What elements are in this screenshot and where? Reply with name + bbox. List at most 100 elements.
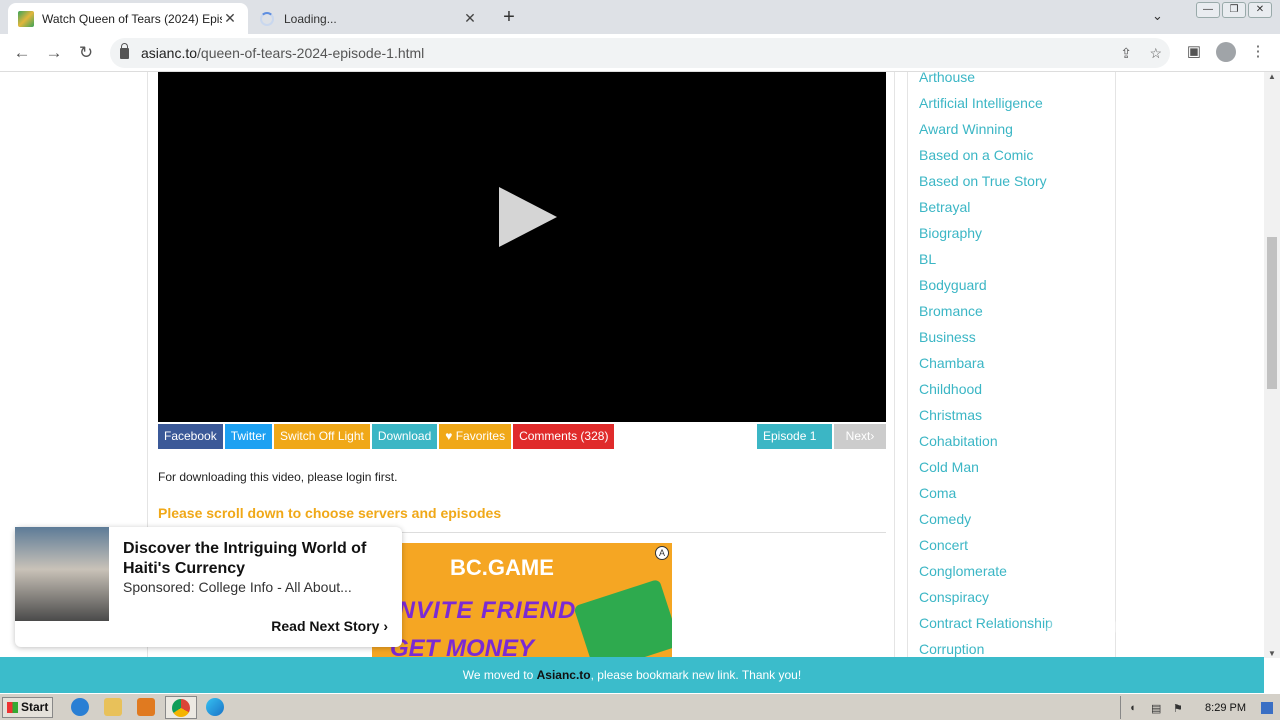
- share-icon[interactable]: ⇪: [1120, 45, 1132, 62]
- genre-link[interactable]: Biography: [919, 225, 982, 241]
- genre-link[interactable]: Corruption: [919, 641, 984, 657]
- genre-link[interactable]: Conspiracy: [919, 589, 989, 605]
- moved-notice-bar: We moved to Asianc.to, please bookmark n…: [0, 657, 1264, 693]
- tab-close-icon[interactable]: ✕: [462, 10, 478, 27]
- restore-button[interactable]: ❐: [1222, 2, 1246, 18]
- tab-search-chevron-icon[interactable]: ⌄: [1152, 8, 1163, 24]
- episode-badge[interactable]: Episode 1: [757, 424, 832, 449]
- forward-arrow-icon[interactable]: →: [42, 42, 66, 64]
- video-player[interactable]: [158, 72, 886, 422]
- internet-explorer-icon[interactable]: [71, 698, 89, 716]
- banner-ad[interactable]: BC.GAME INVITE FRIEND GET MONEY A: [372, 543, 672, 658]
- scrollbar-thumb[interactable]: [1267, 237, 1277, 389]
- genre-link[interactable]: Bodyguard: [919, 277, 987, 293]
- new-tab-button[interactable]: +: [498, 6, 520, 28]
- tab-title: Loading...: [284, 11, 337, 26]
- network-icon[interactable]: ▤: [1151, 702, 1163, 715]
- tab-close-icon[interactable]: ✕: [222, 10, 238, 27]
- start-button[interactable]: Start: [2, 697, 53, 718]
- url-domain: asianc.to: [141, 45, 198, 61]
- minimize-button[interactable]: —: [1196, 2, 1220, 18]
- story-thumbnail[interactable]: [15, 527, 109, 621]
- next-episode-button[interactable]: Next›: [834, 424, 886, 449]
- genre-link[interactable]: Childhood: [919, 381, 982, 397]
- read-next-label: Read Next Story: [271, 618, 380, 634]
- chrome-icon: [172, 699, 190, 717]
- facebook-share-button[interactable]: Facebook: [158, 424, 223, 449]
- twitter-share-button[interactable]: Twitter: [224, 424, 273, 449]
- genre-link[interactable]: Cold Man: [919, 459, 979, 475]
- edge-icon[interactable]: [206, 698, 224, 716]
- download-button[interactable]: Download: [371, 424, 438, 449]
- genre-link[interactable]: Concert: [919, 537, 968, 553]
- genre-link[interactable]: Artificial Intelligence: [919, 95, 1043, 111]
- genre-link[interactable]: Chambara: [919, 355, 984, 371]
- site-favicon-icon: [18, 10, 34, 27]
- ad-line-1: INVITE FRIEND: [390, 597, 577, 624]
- tab-loading[interactable]: Loading... ✕: [250, 3, 488, 34]
- story-headline[interactable]: Discover the Intriguing World of Haiti's…: [123, 539, 388, 579]
- genre-link[interactable]: Based on True Story: [919, 173, 1047, 189]
- genre-link[interactable]: Comedy: [919, 511, 971, 527]
- genre-link[interactable]: Conglomerate: [919, 563, 1007, 579]
- side-panel-icon[interactable]: ▣: [1183, 42, 1205, 60]
- system-tray: ◖ ▤ ⚑ 8:29 PM: [1120, 696, 1280, 719]
- genre-link[interactable]: Coma: [919, 485, 956, 501]
- notice-suffix: , please bookmark new link. Thank you!: [590, 668, 802, 682]
- back-arrow-icon[interactable]: ←: [10, 42, 34, 64]
- volume-icon[interactable]: ◖: [1129, 702, 1141, 714]
- browser-menu-icon[interactable]: ⋮: [1247, 42, 1269, 60]
- genre-link[interactable]: BL: [919, 251, 936, 267]
- scroll-down-arrow-icon[interactable]: ▼: [1264, 649, 1280, 658]
- genre-link[interactable]: Bromance: [919, 303, 983, 319]
- favorites-button[interactable]: ♥ Favorites: [439, 424, 512, 449]
- scroll-hint: Please scroll down to choose servers and…: [158, 505, 502, 521]
- genre-link[interactable]: Cohabitation: [919, 433, 998, 449]
- genre-sidebar: Arthouse Artificial Intelligence Award Win…: [907, 72, 1116, 658]
- loading-spinner-icon: [260, 11, 274, 26]
- new-site-link[interactable]: Asianc.to: [537, 668, 591, 682]
- show-desktop-icon[interactable]: [1261, 702, 1273, 714]
- reload-icon[interactable]: ↻: [74, 42, 98, 64]
- lock-icon[interactable]: [120, 42, 129, 59]
- file-explorer-icon[interactable]: [104, 698, 122, 716]
- flag-icon[interactable]: ⚑: [1173, 702, 1185, 715]
- genre-link[interactable]: Christmas: [919, 407, 982, 423]
- genre-link[interactable]: Award Winning: [919, 121, 1013, 137]
- heart-icon: ♥: [445, 429, 456, 443]
- notice-prefix: We moved to: [462, 668, 537, 682]
- url-path: /queen-of-tears-2024-episode-1.html: [197, 45, 425, 61]
- genre-link[interactable]: Betrayal: [919, 199, 970, 215]
- media-player-icon[interactable]: [137, 698, 155, 716]
- chrome-taskbar-button[interactable]: [165, 696, 197, 719]
- browser-tab-strip: Watch Queen of Tears (2024) Episod ✕ Loa…: [0, 0, 1280, 34]
- windows-taskbar: Start ◖ ▤ ⚑ 8:29 PM: [0, 693, 1280, 720]
- window-controls: — ❐ ✕: [1196, 2, 1272, 18]
- read-next-story-link[interactable]: Read Next Story ›: [271, 618, 388, 634]
- genre-link[interactable]: Arthouse: [919, 72, 975, 85]
- play-icon[interactable]: [499, 187, 557, 247]
- sponsored-label: Sponsored: College Info - All About...: [123, 579, 352, 595]
- genre-link[interactable]: Contract Relationship: [919, 615, 1053, 631]
- ad-line-2: GET MONEY: [390, 635, 535, 658]
- bookmark-star-icon[interactable]: ☆: [1149, 45, 1162, 62]
- scroll-up-arrow-icon[interactable]: ▲: [1264, 72, 1280, 81]
- switch-off-light-button[interactable]: Switch Off Light: [274, 424, 370, 449]
- address-bar[interactable]: asianc.to/queen-of-tears-2024-episode-1.…: [110, 38, 1170, 68]
- sponsored-story-popup[interactable]: Discover the Intriguing World of Haiti's…: [15, 527, 402, 647]
- favorites-label: Favorites: [455, 429, 506, 443]
- address-toolbar: ← → ↻ asianc.to/queen-of-tears-2024-epis…: [0, 34, 1280, 72]
- next-label: Next: [845, 429, 871, 443]
- tab-queen-of-tears[interactable]: Watch Queen of Tears (2024) Episod ✕: [8, 3, 248, 34]
- player-action-bar: Facebook Twitter Switch Off Light Downlo…: [158, 424, 615, 449]
- comments-button[interactable]: Comments (328): [513, 424, 615, 449]
- anyrun-watermark: ANY RUN: [1038, 608, 1252, 657]
- clock: 8:29 PM: [1205, 702, 1246, 714]
- profile-avatar-icon[interactable]: [1215, 42, 1237, 66]
- genre-link[interactable]: Based on a Comic: [919, 147, 1033, 163]
- login-notice: For downloading this video, please login…: [158, 470, 398, 484]
- adchoices-icon[interactable]: A: [655, 546, 669, 560]
- vertical-scrollbar[interactable]: ▲ ▼: [1264, 72, 1280, 658]
- close-window-button[interactable]: ✕: [1248, 2, 1272, 18]
- genre-link[interactable]: Business: [919, 329, 976, 345]
